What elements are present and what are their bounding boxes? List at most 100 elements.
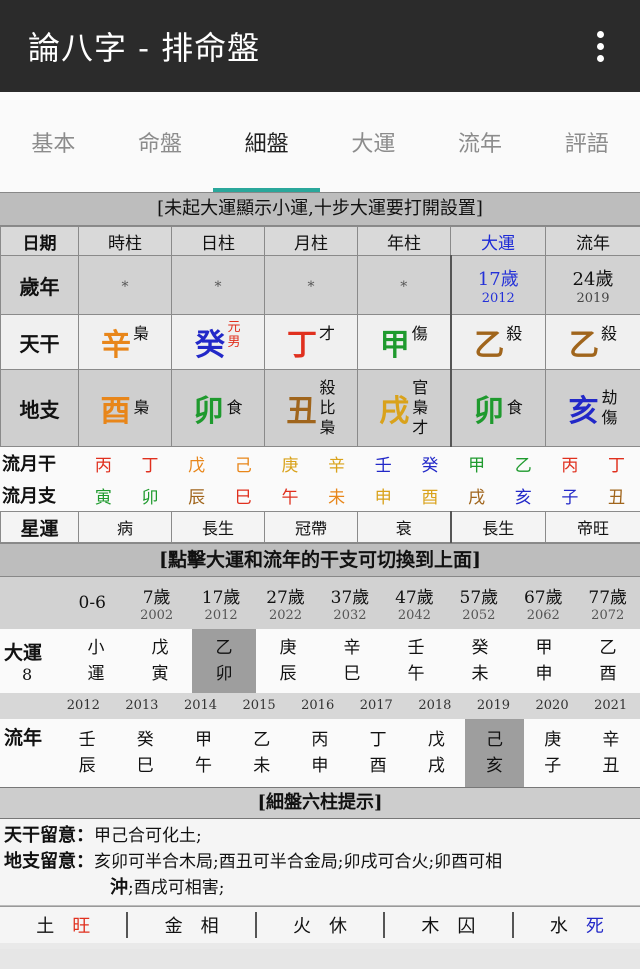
branch-char: 戌 bbox=[379, 394, 410, 429]
liunian-item[interactable]: 甲午 bbox=[174, 719, 232, 787]
branch-cell: 亥劫傷 bbox=[545, 369, 640, 447]
liunian-year: 2013 bbox=[125, 698, 159, 713]
liunian-year: 2017 bbox=[359, 698, 393, 713]
liuyue-stem: 戊 bbox=[188, 455, 206, 476]
liuyue-branch: 子 bbox=[561, 487, 579, 508]
dayun-age: 67歲 2062 bbox=[523, 588, 563, 623]
dayun-row: 大運 8 小運戊寅乙卯庚辰辛巳壬午癸未甲申乙酉 bbox=[0, 629, 640, 693]
ten-god: 傷 bbox=[411, 324, 428, 343]
liuyue-branch: 酉 bbox=[421, 487, 439, 508]
branch-char: 酉 bbox=[100, 394, 131, 429]
stem-hint: 天干留意：甲己合可化土; bbox=[4, 825, 202, 846]
hidden-gods: 劫傷 bbox=[601, 388, 618, 427]
dayun-item[interactable]: 戊寅 bbox=[128, 629, 192, 693]
liunian-item[interactable]: 壬辰 bbox=[58, 719, 116, 787]
stem-char: 乙 bbox=[568, 328, 599, 363]
dayun-item[interactable]: 乙卯 bbox=[192, 629, 256, 693]
liunian-year: 2019 bbox=[476, 698, 510, 713]
liuyue-branch: 午 bbox=[281, 487, 299, 508]
liunian-item[interactable]: 戊戌 bbox=[407, 719, 465, 787]
liunian-item[interactable]: 丁酉 bbox=[349, 719, 407, 787]
age-cell: * bbox=[78, 255, 172, 315]
liunian-item[interactable]: 乙未 bbox=[233, 719, 291, 787]
liuyue-branch: 巳 bbox=[234, 487, 252, 508]
tab-4[interactable]: 大運 bbox=[320, 92, 427, 192]
wuxing-cell: 木囚 bbox=[385, 912, 514, 938]
liuyue-stem: 癸 bbox=[421, 455, 439, 476]
wuxing-cell: 金相 bbox=[128, 912, 257, 938]
wuxing-cell: 水死 bbox=[549, 916, 604, 937]
dayun-item[interactable]: 甲申 bbox=[512, 629, 576, 693]
liuyue-branch: 丑 bbox=[608, 487, 626, 508]
tab-1[interactable]: 基本 bbox=[0, 92, 107, 192]
stem-cell: 乙殺 bbox=[545, 314, 640, 370]
branch-char: 卯 bbox=[193, 394, 224, 429]
age-cell: 17歲 2012 bbox=[449, 255, 546, 315]
liuyue-branch: 寅 bbox=[94, 487, 112, 508]
ten-god: 殺 bbox=[506, 324, 523, 343]
liunian-item[interactable]: 丙申 bbox=[291, 719, 349, 787]
liuyue-branch: 戌 bbox=[468, 487, 486, 508]
dayun-age: 37歲 2032 bbox=[330, 588, 370, 623]
dayun-age: 27歲 2022 bbox=[266, 588, 305, 623]
liunian-year: 2018 bbox=[418, 698, 452, 713]
age-cell: * bbox=[171, 255, 265, 315]
dayun-item[interactable]: 辛巳 bbox=[320, 629, 384, 693]
age-cell: * bbox=[264, 255, 358, 315]
dayun-item[interactable]: 壬午 bbox=[384, 629, 448, 693]
liunian-item[interactable]: 癸巳 bbox=[116, 719, 174, 787]
dayun-item[interactable]: 庚辰 bbox=[256, 629, 320, 693]
liuyue-branch: 卯 bbox=[141, 487, 159, 508]
branch-cell: 卯食 bbox=[171, 369, 265, 447]
tab-2[interactable]: 命盤 bbox=[107, 92, 214, 192]
more-options-icon[interactable] bbox=[588, 30, 612, 62]
liunian-year: 2020 bbox=[535, 698, 569, 713]
branch-cell: 酉梟 bbox=[78, 369, 172, 447]
liuyue-branch: 亥 bbox=[514, 487, 532, 508]
liunian-item[interactable]: 己亥 bbox=[465, 719, 524, 787]
stem-cell: 甲傷 bbox=[357, 314, 451, 370]
stem-cell: 丁才 bbox=[264, 314, 358, 370]
liunian-year: 2014 bbox=[183, 698, 218, 713]
dayun-item[interactable]: 小運 bbox=[64, 629, 128, 693]
liunian-year-row: 2012 2013 2014 2015 2016 2017 2018 2019 2020 2021 bbox=[0, 693, 640, 719]
pillar-header: 日期 bbox=[0, 226, 79, 256]
pillar-header: 流年 bbox=[545, 226, 640, 256]
age-cell: 24歲 2019 bbox=[545, 255, 640, 315]
xingyun-cell: 病 bbox=[78, 511, 172, 543]
tab-3[interactable]: 細盤 bbox=[213, 92, 320, 192]
info-banner-mid: [點擊大運和流年的干支可切換到上面] bbox=[0, 543, 640, 577]
age-label: 歲年 bbox=[0, 255, 79, 315]
branch-row: 地支酉梟卯食丑殺比梟戌官梟才卯食亥劫傷 bbox=[0, 369, 640, 447]
dayun-item[interactable]: 乙酉 bbox=[576, 629, 640, 693]
liunian-item[interactable]: 庚子 bbox=[524, 719, 582, 787]
liuyue-stem: 甲 bbox=[468, 455, 486, 476]
tab-6[interactable]: 評語 bbox=[533, 92, 640, 192]
liuyue-stem: 庚 bbox=[281, 455, 299, 476]
dayun-item[interactable]: 癸未 bbox=[448, 629, 512, 693]
tab-5[interactable]: 流年 bbox=[427, 92, 534, 192]
liuyue-stem: 丙 bbox=[94, 455, 112, 476]
liuyue-stem: 辛 bbox=[328, 455, 346, 476]
stem-cell: 辛梟 bbox=[78, 314, 172, 370]
dayun-age: 57歲 2052 bbox=[459, 588, 499, 623]
age-row: 歲年 * * * * 17歲 2012 24歲 2019 bbox=[0, 255, 640, 315]
liuyue-branch: 申 bbox=[374, 487, 392, 508]
liuyue-branch: 未 bbox=[328, 487, 346, 508]
xingyun-cell: 帝旺 bbox=[545, 511, 640, 543]
pillar-header: 大運 bbox=[450, 226, 546, 256]
liunian-item[interactable]: 辛丑 bbox=[582, 719, 640, 787]
liunian-year: 2021 bbox=[594, 698, 628, 713]
age-cell: * bbox=[357, 255, 451, 315]
footer-strip bbox=[0, 949, 640, 969]
wuxing-strength-row: 土旺金相火休木囚 水死 bbox=[0, 906, 640, 943]
xingyun-table: 星運病長生 冠帶衰長生 帝旺 bbox=[0, 511, 640, 543]
pillar-header: 年柱 bbox=[357, 226, 451, 256]
liunian-year: 2016 bbox=[301, 698, 335, 713]
branch-cell: 戌官梟才 bbox=[357, 369, 451, 447]
info-banner-bottom: [細盤六柱提示] bbox=[0, 787, 640, 819]
stem-char: 丁 bbox=[286, 328, 317, 363]
liuyue-stem-label: 流月干 bbox=[2, 454, 56, 475]
liunian-year: 2012 bbox=[66, 698, 100, 713]
pillar-table: 日期 時柱 日柱 月柱 年柱 大運 流年 歲年 * * * * 17歲 2012 24歲 2019 天干辛梟… bbox=[0, 226, 640, 447]
